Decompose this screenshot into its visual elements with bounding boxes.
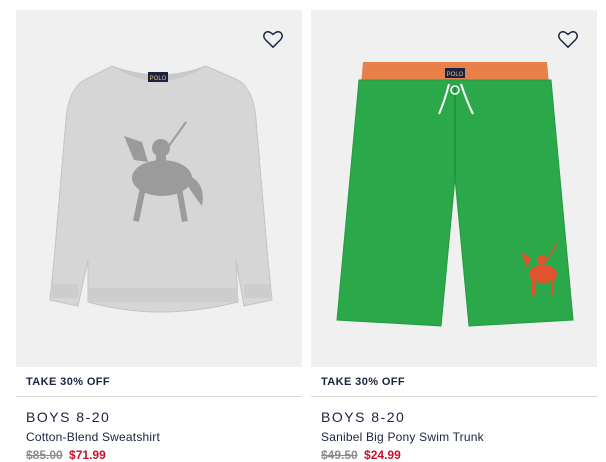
- product-name[interactable]: Cotton-Blend Sweatshirt: [16, 430, 302, 444]
- price-row: $85.00 $71.99: [16, 448, 302, 462]
- sale-price: $24.99: [364, 448, 401, 462]
- price-row: $49.50 $24.99: [311, 448, 597, 462]
- product-image-sweatshirt[interactable]: POLO: [16, 10, 302, 367]
- product-grid: POLO TAKE 30% OFF BOYS 8-20 Cotton-Blend…: [0, 0, 606, 462]
- sale-price: $71.99: [69, 448, 106, 462]
- product-category: BOYS 8-20: [26, 409, 111, 425]
- original-price: $49.50: [321, 448, 358, 462]
- sweatshirt-neck-label: POLO: [150, 76, 167, 82]
- sweatshirt-illustration: POLO: [49, 65, 273, 313]
- promo-label: TAKE 30% OFF: [16, 368, 302, 397]
- product-card-swim-trunk[interactable]: POLO TAKE 30% OFF BOYS 8-20 Sanibel Big …: [311, 10, 597, 462]
- product-name[interactable]: Sanibel Big Pony Swim Trunk: [311, 430, 597, 444]
- heart-outline-icon[interactable]: [262, 29, 284, 49]
- product-category: BOYS 8-20: [321, 409, 406, 425]
- heart-outline-icon[interactable]: [557, 29, 579, 49]
- product-image-swim-trunk[interactable]: POLO: [311, 10, 597, 367]
- swim-trunk-label: POLO: [447, 72, 464, 78]
- swim-trunk-illustration: POLO: [336, 62, 574, 327]
- original-price: $85.00: [26, 448, 63, 462]
- product-card-sweatshirt[interactable]: POLO TAKE 30% OFF BOYS 8-20 Cotton-Blend…: [16, 10, 302, 462]
- promo-label: TAKE 30% OFF: [311, 368, 597, 397]
